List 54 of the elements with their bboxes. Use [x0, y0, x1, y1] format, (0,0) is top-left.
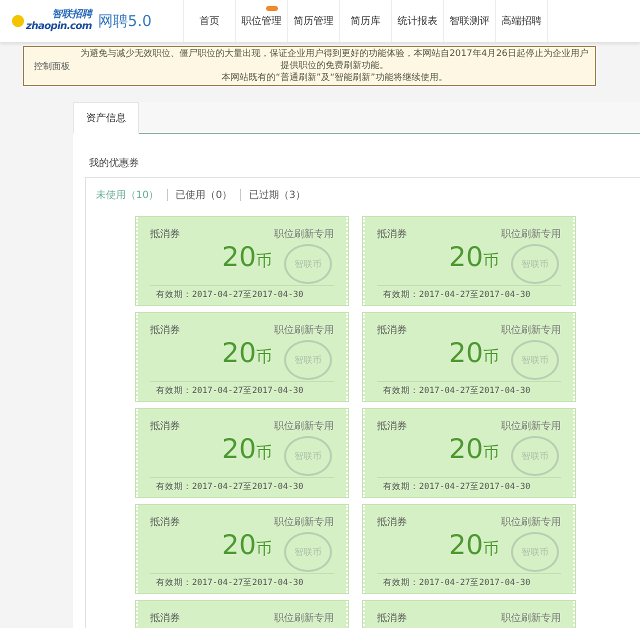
logo-text: zhaopin.com — [26, 21, 92, 33]
notice-label: 控制面板 — [33, 60, 71, 72]
validity-text: 有效期：2017-04-27至2017-04-30 — [150, 285, 334, 301]
coupon-purpose: 职位刷新专用 — [501, 612, 561, 625]
coupon-type: 抵消券 — [150, 228, 180, 241]
notice-text: 为避免与减少无效职位、僵尸职位的大量出现，保证企业用户得到更好的功能体验，本网站自2017年4月26日起停止为企业用户提供职位的免费刷新功能。 — [80, 48, 589, 72]
coupon-amount: 20币 — [222, 435, 272, 467]
filter-tab[interactable]: 已过期（3） — [249, 186, 306, 204]
nav-item[interactable]: 高端招聘 — [495, 0, 548, 42]
coupon-purpose: 职位刷新专用 — [274, 228, 334, 241]
coupon-type: 抵消券 — [150, 516, 180, 529]
tab[interactable]: 资产信息 — [73, 102, 139, 134]
coupon-type: 抵消券 — [150, 612, 180, 625]
coupon-amount: 20币 — [448, 243, 500, 275]
coupon-amount: 20币 — [448, 435, 500, 467]
filter-tab[interactable]: 已使用（0） — [176, 186, 232, 204]
validity-text: 有效期：2017-04-27至2017-04-30 — [377, 381, 561, 397]
nav-item[interactable]: 智联测评 — [443, 0, 495, 42]
coupon-type: 抵消券 — [150, 420, 180, 433]
nav-item[interactable]: 简历管理 — [287, 0, 339, 42]
logo-text: 智联招聘 — [52, 9, 92, 21]
coupon-type: 抵消券 — [377, 516, 407, 529]
validity-text: 有效期：2017-04-27至2017-04-30 — [377, 573, 561, 589]
nav-item[interactable]: 首页 — [183, 0, 235, 42]
coupon-amount: 20币 — [448, 339, 500, 371]
validity-text: 有效期：2017-04-27至2017-04-30 — [377, 477, 561, 493]
logo-circle-icon — [12, 15, 24, 27]
coupon-type: 抵消券 — [377, 612, 407, 625]
coupon-type: 抵消券 — [377, 420, 407, 433]
validity-text: 有效期：2017-04-27至2017-04-30 — [150, 573, 334, 589]
nav-item[interactable]: 职位管理 — [235, 0, 287, 42]
coupon-amount: 20币 — [448, 531, 500, 563]
coupon-purpose: 职位刷新专用 — [274, 324, 334, 337]
coupon-amount: 20币 — [222, 243, 272, 275]
section-title: 我的优惠券 — [89, 156, 140, 170]
coupon-purpose: 职位刷新专用 — [501, 228, 561, 241]
coupon-purpose: 职位刷新专用 — [501, 324, 561, 337]
coupon-purpose: 职位刷新专用 — [501, 516, 561, 529]
coupon-purpose: 职位刷新专用 — [274, 612, 334, 625]
coupon-purpose: 职位刷新专用 — [274, 420, 334, 433]
coupon-purpose: 职位刷新专用 — [274, 516, 334, 529]
product-name: 网聘5.0 — [98, 12, 152, 30]
coupon-amount: 20币 — [222, 531, 272, 563]
nav-item[interactable]: 简历库 — [339, 0, 391, 42]
validity-text: 有效期：2017-04-27至2017-04-30 — [150, 381, 334, 397]
coupon-type: 抵消券 — [377, 324, 407, 337]
notice-text: 本网站既有的“普通刷新”及“智能刷新”功能将继续使用。 — [220, 72, 448, 84]
coupon-purpose: 职位刷新专用 — [501, 420, 561, 433]
coupon-type: 抵消券 — [150, 324, 180, 337]
validity-text: 有效期：2017-04-27至2017-04-30 — [150, 477, 334, 493]
coupon-type: 抵消券 — [377, 228, 407, 241]
validity-text: 有效期：2017-04-27至2017-04-30 — [377, 285, 561, 301]
nav-item[interactable]: 统计报表 — [391, 0, 443, 42]
coupon-amount: 20币 — [222, 339, 272, 371]
